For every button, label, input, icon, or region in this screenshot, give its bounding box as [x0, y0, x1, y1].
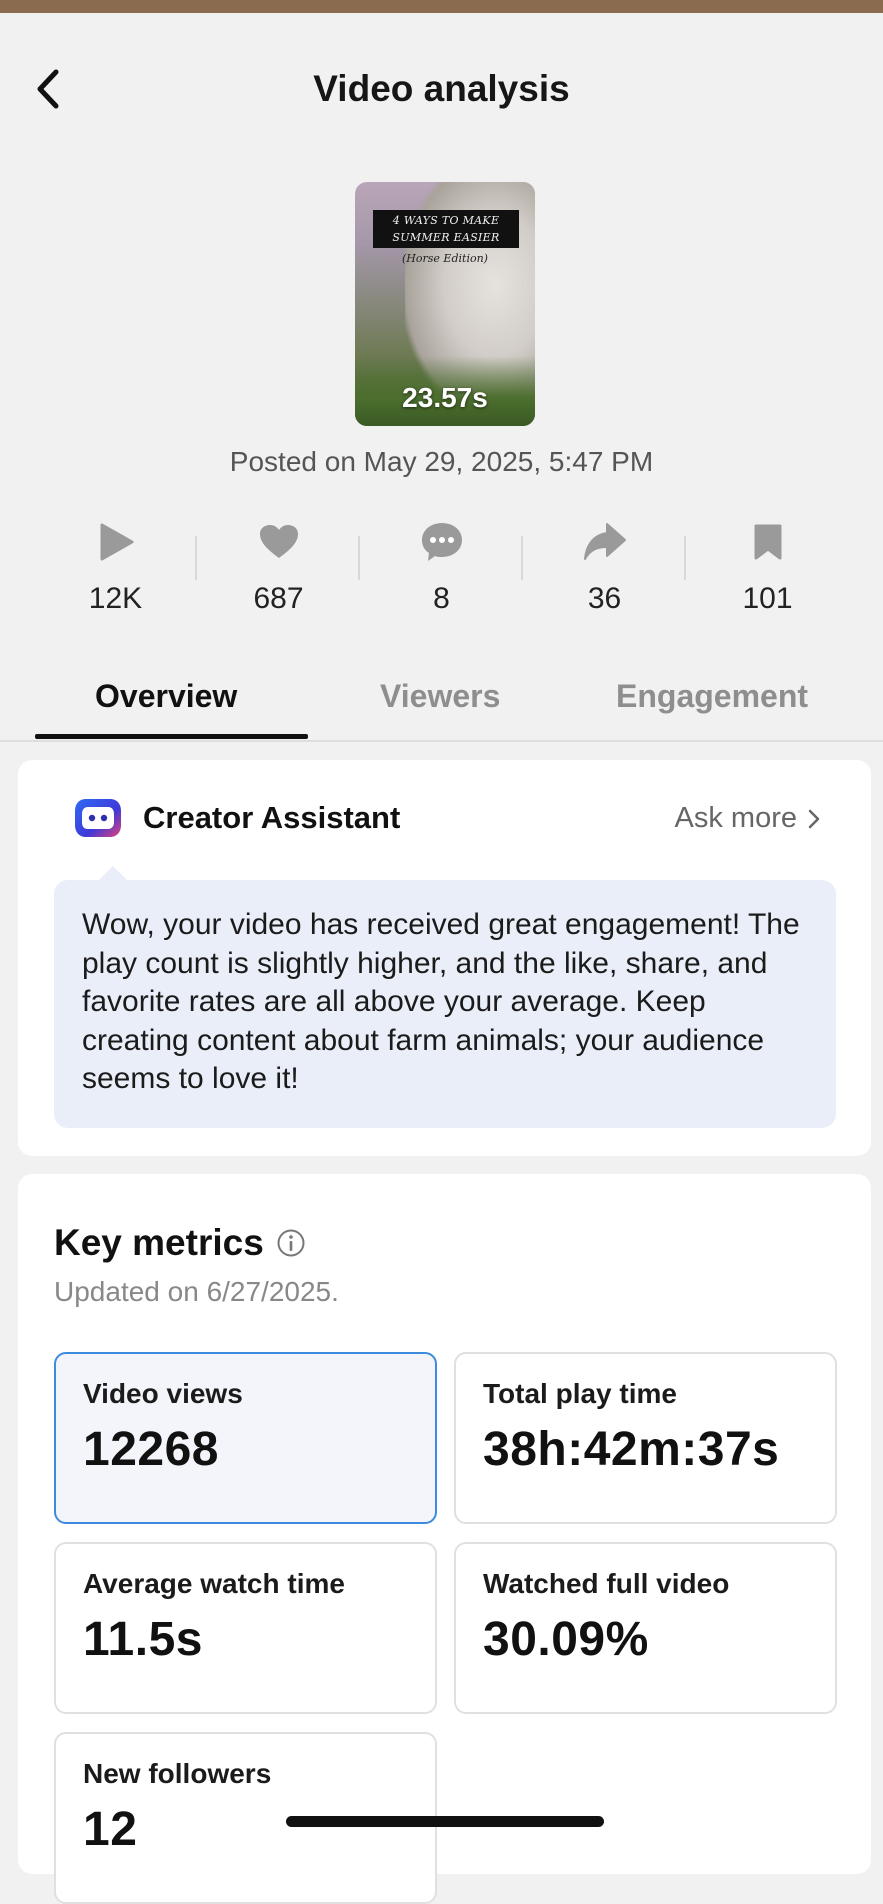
caption-line-1: 4 WAYS TO MAKE [392, 214, 500, 227]
assistant-logo-icon [75, 799, 121, 837]
info-icon[interactable] [276, 1228, 306, 1258]
video-thumbnail[interactable]: 4 WAYS TO MAKE SUMMER EASIER (Horse Edit… [355, 182, 535, 426]
tab-overview[interactable]: Overview [95, 678, 237, 715]
metric-label: New followers [83, 1758, 272, 1789]
metric-total-play-time[interactable]: Total play time 38h:42m:37s [454, 1352, 837, 1524]
metric-value: 38h:42m:37s [483, 1423, 780, 1476]
creator-assistant-card: Creator Assistant Ask more Wow, your vid… [18, 760, 871, 1156]
chevron-right-icon [808, 809, 820, 828]
share-icon [583, 523, 626, 560]
play-icon [100, 523, 133, 561]
thumbnail-caption: 4 WAYS TO MAKE SUMMER EASIER [373, 210, 519, 248]
stat-shares: 36 [523, 520, 686, 630]
status-bar-strip [0, 0, 883, 13]
thumbnail-caption-sub: (Horse Edition) [402, 252, 488, 265]
assistant-message-bubble: Wow, your video has received great engag… [54, 866, 836, 1128]
engagement-stats: 12K 687 8 36 101 [34, 520, 849, 630]
caption-line-2: SUMMER EASIER [392, 231, 500, 244]
page-title: Video analysis [313, 68, 570, 109]
metric-watched-full-video[interactable]: Watched full video 30.09% [454, 1542, 837, 1714]
posted-date: Posted on May 29, 2025, 5:47 PM [229, 446, 654, 477]
tab-bar: Overview Viewers Engagement [0, 668, 883, 742]
heart-icon [259, 525, 298, 558]
metric-label: Total play time [483, 1378, 677, 1409]
metrics-updated-date: Updated on 6/27/2025. [54, 1276, 339, 1307]
stat-value: 101 [742, 582, 793, 615]
bookmark-icon [754, 524, 781, 560]
metric-label: Average watch time [83, 1568, 345, 1599]
home-indicator[interactable] [286, 1816, 604, 1827]
metric-value: 30.09% [483, 1613, 649, 1666]
stat-value: 12K [88, 582, 143, 615]
stat-plays: 12K [34, 520, 197, 630]
stat-value: 8 [433, 582, 450, 615]
key-metrics-heading: Key metrics [54, 1222, 306, 1264]
header: Video analysis [0, 13, 883, 163]
video-duration: 23.57s [402, 382, 488, 413]
active-tab-indicator [35, 734, 308, 739]
bubble-tail [99, 866, 127, 880]
metric-value: 12268 [83, 1423, 219, 1476]
key-metrics-title: Key metrics [54, 1222, 264, 1263]
assistant-name: Creator Assistant [143, 800, 401, 835]
stat-value: 687 [253, 582, 304, 615]
tab-engagement[interactable]: Engagement [616, 678, 808, 715]
key-metrics-card: Key metrics Updated on 6/27/2025. Video … [18, 1174, 871, 1904]
metric-label: Watched full video [483, 1568, 730, 1599]
metric-value: 11.5s [83, 1613, 203, 1666]
ask-more-link[interactable]: Ask more [675, 802, 823, 835]
assistant-header: Creator Assistant [72, 796, 400, 840]
assistant-message: Wow, your video has received great engag… [82, 908, 800, 1095]
tab-viewers[interactable]: Viewers [380, 678, 500, 715]
stat-comments: 8 [360, 520, 523, 630]
stat-favorites: 101 [686, 520, 849, 630]
metric-video-views[interactable]: Video views 12268 [54, 1352, 437, 1524]
comment-icon [421, 523, 462, 561]
ask-more-label: Ask more [674, 802, 797, 834]
stat-value: 36 [587, 582, 622, 615]
stat-likes: 687 [197, 520, 360, 630]
metric-label: Video views [83, 1378, 243, 1409]
metric-value: 12 [83, 1803, 138, 1856]
metric-average-watch-time[interactable]: Average watch time 11.5s [54, 1542, 437, 1714]
